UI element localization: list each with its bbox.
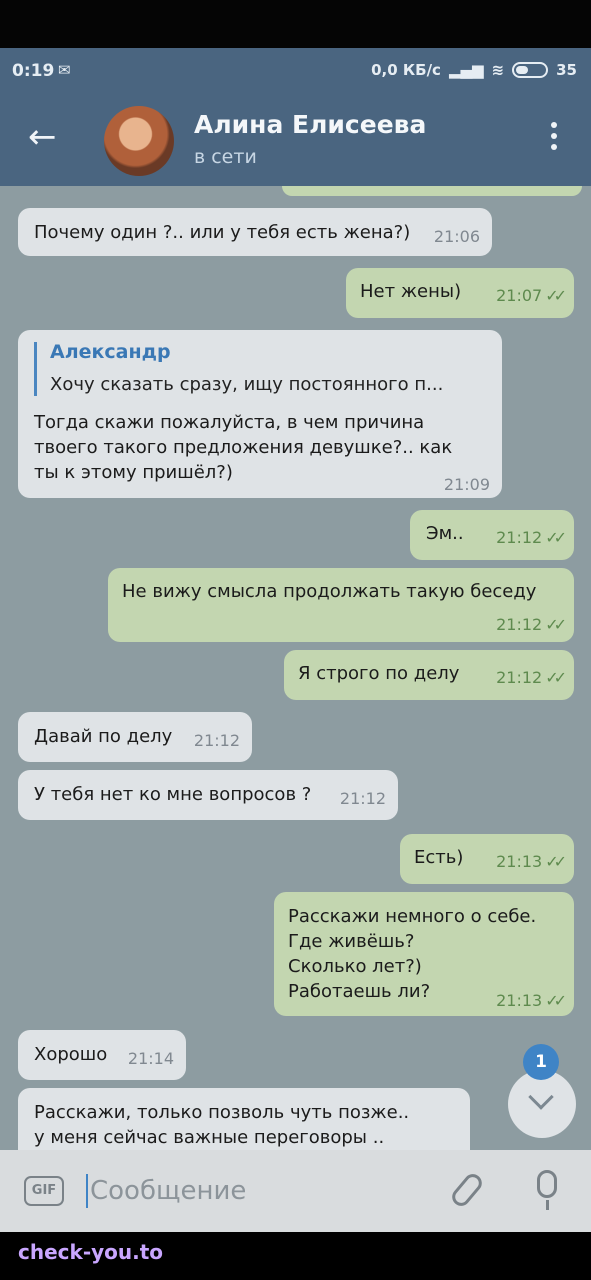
message-time: 21:14	[127, 1049, 174, 1068]
message-time: 21:07	[496, 286, 543, 305]
message-time: 21:12	[496, 528, 543, 547]
message-incoming-reply[interactable]: Александр Хочу сказать сразу, ищу постоя…	[18, 330, 502, 498]
chevron-down-icon	[528, 1084, 554, 1110]
previous-message-stub	[282, 186, 582, 196]
scroll-down-button[interactable]	[508, 1070, 576, 1138]
watermark-text: check-you.to	[18, 1240, 164, 1264]
contact-avatar[interactable]	[104, 106, 174, 176]
message-incoming[interactable]: Хорошо 21:14	[18, 1030, 186, 1080]
microphone-icon[interactable]	[537, 1170, 557, 1198]
message-outgoing[interactable]: Я строго по делу 21:12 ✓✓	[284, 650, 574, 700]
message-text: Эм..	[426, 523, 464, 544]
reply-quote-bar	[34, 342, 37, 396]
message-text: Хорошо	[34, 1044, 108, 1065]
message-incoming[interactable]: Расскажи, только позволь чуть позже.. у …	[18, 1088, 470, 1150]
wifi-icon: ≋	[491, 61, 505, 79]
mail-notification-icon: ✉	[58, 61, 71, 79]
message-time: 21:13	[496, 852, 543, 871]
footer-bar: check-you.to	[0, 1232, 591, 1280]
battery-icon	[512, 62, 549, 78]
paperclip-icon[interactable]	[448, 1170, 486, 1210]
status-right: 0,0 КБ/с ▂▄▆ ≋ 35	[371, 61, 577, 79]
message-incoming[interactable]: Почему один ?.. или у тебя есть жена?) 2…	[18, 208, 492, 256]
message-meta: 21:07 ✓✓	[496, 283, 567, 308]
message-outgoing[interactable]: Расскажи немного о себе. Где живёшь? Ско…	[274, 892, 574, 1016]
battery-level: 35	[556, 61, 577, 79]
message-text: У тебя нет ко мне вопросов ?	[34, 784, 312, 805]
read-ticks-icon: ✓✓	[545, 528, 567, 547]
message-outgoing[interactable]: Нет жены) 21:07 ✓✓	[346, 268, 574, 318]
contact-status: в сети	[194, 146, 257, 168]
read-ticks-icon: ✓✓	[545, 852, 567, 871]
message-text: Я строго по делу	[298, 663, 460, 684]
back-arrow-icon[interactable]: ←	[28, 120, 57, 154]
read-ticks-icon: ✓✓	[545, 615, 567, 634]
signal-icon: ▂▄▆	[448, 61, 484, 79]
message-meta: 21:13 ✓✓	[496, 988, 567, 1013]
microphone-stand	[546, 1200, 549, 1210]
unread-badge[interactable]: 1	[523, 1044, 559, 1080]
message-incoming[interactable]: Давай по делу 21:12	[18, 712, 252, 762]
message-meta: 21:12 ✓✓	[496, 525, 567, 550]
network-speed: 0,0 КБ/с	[371, 61, 441, 79]
status-time: 0:19	[12, 61, 55, 81]
message-time: 21:12	[339, 789, 386, 808]
message-time: 21:12	[193, 731, 240, 750]
message-time: 21:06	[433, 227, 480, 246]
reply-author[interactable]: Александр	[50, 340, 171, 365]
read-ticks-icon: ✓✓	[545, 668, 567, 687]
contact-name[interactable]: Алина Елисеева	[194, 110, 426, 139]
message-time: 21:09	[443, 475, 490, 494]
message-time: 21:12	[496, 668, 543, 687]
text-cursor	[86, 1174, 88, 1208]
message-text: Не вижу смысла продолжать такую беседу	[122, 581, 537, 602]
read-ticks-icon: ✓✓	[545, 991, 567, 1010]
message-meta: 21:13 ✓✓	[496, 849, 567, 874]
message-outgoing[interactable]: Не вижу смысла продолжать такую беседу 2…	[108, 568, 574, 642]
message-text: Давай по делу	[34, 726, 173, 747]
reply-snippet[interactable]: Хочу сказать сразу, ищу постоянного п...	[50, 372, 443, 397]
more-vertical-icon[interactable]	[551, 122, 557, 155]
message-meta: 21:12 ✓✓	[496, 612, 567, 637]
message-text: Нет жены)	[360, 281, 462, 302]
message-text: Есть)	[414, 847, 464, 868]
chat-header: ← Алина Елисеева в сети	[0, 94, 591, 186]
message-text: Тогда скажи пожалуйста, в чем причина тв…	[34, 412, 453, 483]
status-bar: 0:19 ✉ 0,0 КБ/с ▂▄▆ ≋ 35	[0, 48, 591, 94]
message-time: 21:13	[496, 991, 543, 1010]
read-ticks-icon: ✓✓	[545, 286, 567, 305]
message-time: 21:12	[496, 615, 543, 634]
message-list[interactable]: Почему один ?.. или у тебя есть жена?) 2…	[0, 186, 591, 1150]
message-incoming[interactable]: У тебя нет ко мне вопросов ? 21:12	[18, 770, 398, 820]
top-black-bar	[0, 0, 591, 48]
message-input[interactable]: Сообщение	[90, 1176, 246, 1206]
message-outgoing[interactable]: Есть) 21:13 ✓✓	[400, 834, 574, 884]
message-text: Расскажи, только позволь чуть позже.. у …	[34, 1102, 410, 1148]
message-meta: 21:12 ✓✓	[496, 665, 567, 690]
gif-button[interactable]: GIF	[24, 1176, 64, 1206]
message-outgoing[interactable]: Эм.. 21:12 ✓✓	[410, 510, 574, 560]
message-text: Почему один ?.. или у тебя есть жена?)	[34, 222, 411, 243]
composer-bar: GIF Сообщение	[0, 1150, 591, 1232]
